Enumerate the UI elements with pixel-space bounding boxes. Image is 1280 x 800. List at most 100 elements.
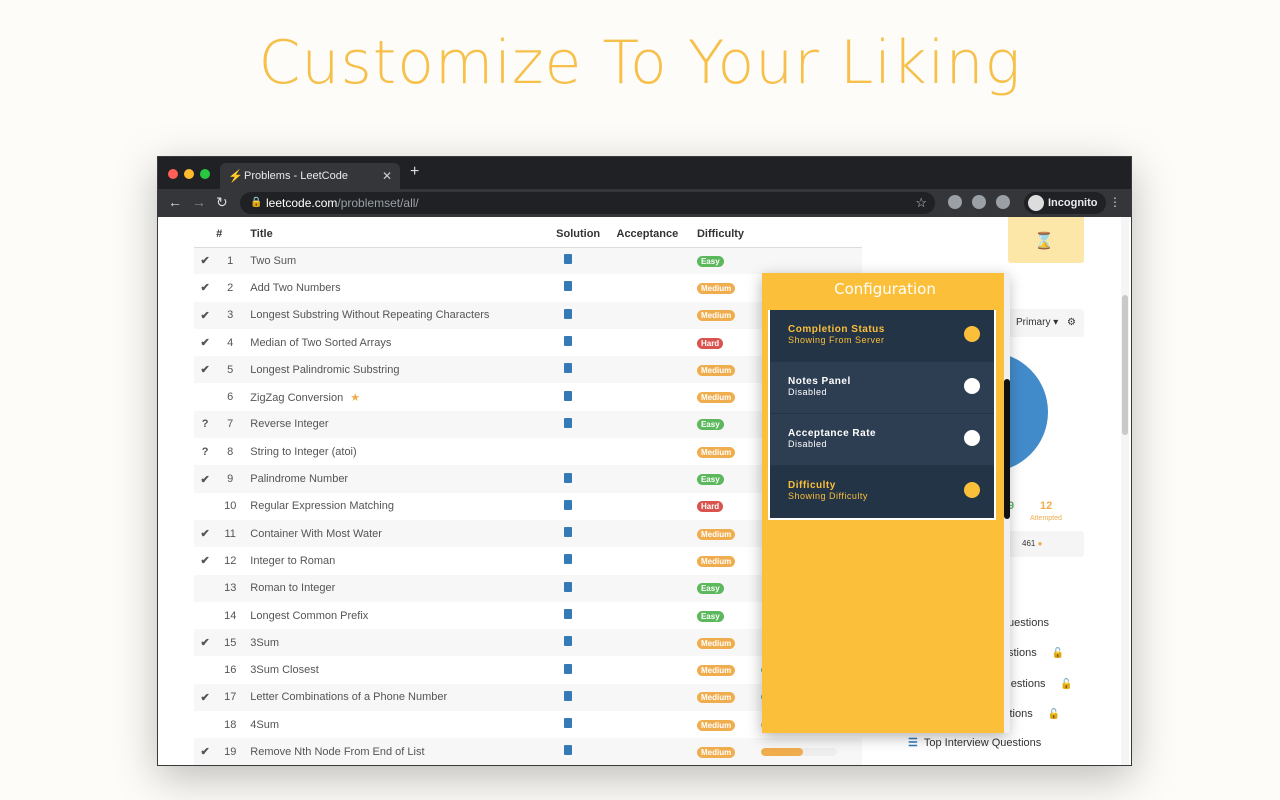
solution-document-icon[interactable] (564, 745, 573, 756)
difficulty-header[interactable]: Difficulty (696, 221, 762, 248)
problem-number: 12 (224, 554, 237, 567)
title-header[interactable]: Title (244, 221, 557, 248)
problem-title-link[interactable]: Regular Expression Matching (250, 500, 394, 512)
browser-tab[interactable]: ⚡ Problems - LeetCode ✕ (220, 163, 400, 189)
config-option-completion-status[interactable]: Completion Status Showing From Server (770, 310, 994, 362)
solution-cell (556, 738, 617, 765)
points-badge: 461 ● (1008, 531, 1084, 557)
question-list-label: Top Interview Questions (923, 737, 1042, 749)
config-toggle[interactable] (964, 430, 980, 446)
question-list-item[interactable]: stions 🔓 (1008, 647, 1064, 659)
unknown-status-icon: ? (201, 445, 209, 458)
solution-document-icon[interactable] (564, 663, 573, 674)
config-toggle[interactable] (964, 482, 980, 498)
config-toggle[interactable] (964, 326, 980, 342)
config-option-state: Showing From Server (788, 335, 885, 345)
maximize-window-button[interactable] (200, 169, 210, 179)
close-window-button[interactable] (168, 169, 178, 179)
problem-title-link[interactable]: Remove Nth Node From End of List (250, 746, 424, 758)
solution-document-icon[interactable] (564, 363, 573, 374)
table-row[interactable]: ✔ 19 Remove Nth Node From End of List Mediu… (194, 738, 862, 765)
solution-document-icon[interactable] (564, 308, 573, 319)
problem-title-link[interactable]: String to Integer (atoi) (250, 446, 356, 458)
question-list-item[interactable]: ☰ Top Interview Questions (908, 736, 1041, 749)
difficulty-cell: Medium (696, 547, 761, 574)
difficulty-cell: Easy (696, 410, 762, 439)
minimize-window-button[interactable] (184, 169, 194, 179)
solution-document-icon[interactable] (564, 390, 573, 401)
solution-document-icon[interactable] (564, 690, 573, 701)
browser-menu-icon[interactable]: ⋮ (1109, 195, 1121, 209)
problem-title-link[interactable]: Palindrome Number (250, 473, 348, 485)
problem-title-link[interactable]: Container With Most Water (250, 528, 382, 540)
problem-title-link[interactable]: 3Sum (250, 637, 279, 649)
session-select-value: Primary (1016, 317, 1051, 328)
solution-document-icon[interactable] (564, 336, 573, 347)
num-header[interactable]: # (216, 221, 245, 248)
config-option-notes-panel[interactable]: Notes Panel Disabled (770, 362, 994, 414)
problem-title-link[interactable]: Two Sum (250, 255, 296, 267)
page-scrollbar[interactable] (1121, 217, 1129, 765)
problem-title-link[interactable]: ZigZag Conversion (250, 392, 343, 404)
solution-cell (556, 247, 617, 275)
profile-incognito[interactable]: Incognito (1024, 192, 1106, 214)
acceptance-header[interactable]: Acceptance (616, 221, 697, 248)
close-tab-icon[interactable]: ✕ (382, 163, 392, 189)
problem-title-link[interactable]: Integer to Roman (250, 555, 335, 567)
solution-document-icon[interactable] (564, 581, 573, 592)
hourglass-icon: ⌛ (1034, 233, 1054, 250)
reload-icon[interactable]: ↻ (216, 194, 228, 211)
config-option-acceptance-rate[interactable]: Acceptance Rate Disabled (770, 414, 994, 466)
session-select[interactable]: Primary ▾ ⚙ (1008, 309, 1084, 337)
problem-title-link[interactable]: Longest Palindromic Substring (250, 364, 399, 376)
solution-document-icon[interactable] (564, 636, 573, 647)
config-option-difficulty[interactable]: Difficulty Showing Difficulty (770, 466, 994, 518)
solution-header[interactable]: Solution (556, 221, 617, 248)
premium-banner[interactable]: ⌛ (1008, 217, 1084, 263)
problem-title-link[interactable]: Add Two Numbers (250, 282, 340, 294)
extension-icon[interactable] (996, 195, 1010, 209)
popup-scrollbar-thumb[interactable] (1004, 379, 1010, 519)
config-toggle[interactable] (964, 378, 980, 394)
solution-document-icon[interactable] (564, 472, 573, 483)
solution-document-icon[interactable] (564, 718, 573, 729)
new-tab-icon[interactable]: + (410, 163, 419, 181)
page-scrollbar-thumb[interactable] (1122, 295, 1128, 435)
problem-title-link[interactable]: Letter Combinations of a Phone Number (250, 691, 447, 703)
solution-cell (556, 438, 616, 465)
coin-icon: ● (1037, 539, 1043, 548)
solution-document-icon[interactable] (564, 281, 573, 292)
solution-document-icon[interactable] (564, 499, 573, 510)
popup-scrollbar[interactable] (1004, 273, 1010, 733)
config-option-state: Disabled (788, 387, 828, 397)
difficulty-badge: Easy (696, 474, 724, 486)
favorite-star-icon[interactable]: ★ (347, 392, 360, 404)
settings-gear-icon[interactable]: ⚙ (1067, 317, 1076, 328)
table-row[interactable]: ✔ 1 Two Sum Easy (194, 247, 862, 275)
solution-document-icon[interactable] (564, 254, 573, 265)
problem-title-link[interactable]: 4Sum (250, 719, 279, 731)
forward-icon[interactable]: → (192, 194, 206, 210)
problem-title-cell: Roman to Integer (244, 574, 557, 602)
address-bar[interactable]: 🔒 leetcode.com/problemset/all/ ☆ (240, 192, 935, 214)
acceptance-cell (616, 465, 697, 493)
back-icon[interactable]: ← (168, 194, 182, 210)
problem-title-link[interactable]: Median of Two Sorted Arrays (250, 337, 391, 349)
solution-document-icon[interactable] (564, 527, 573, 538)
acceptance-cell (617, 438, 697, 465)
problem-title-link[interactable]: Longest Common Prefix (250, 610, 368, 622)
problem-title-link[interactable]: Reverse Integer (250, 418, 328, 430)
solution-document-icon[interactable] (564, 417, 573, 428)
question-list-item[interactable]: uestions (1008, 617, 1049, 629)
solution-document-icon[interactable] (564, 554, 573, 565)
acceptance-cell (616, 574, 697, 602)
solution-document-icon[interactable] (564, 609, 573, 619)
problem-title-link[interactable]: Longest Substring Without Repeating Char… (250, 309, 489, 321)
extension-icon[interactable] (972, 195, 986, 209)
problem-number: 17 (216, 683, 245, 712)
problem-title-link[interactable]: Roman to Integer (250, 582, 335, 594)
bookmark-star-icon[interactable]: ☆ (915, 192, 927, 214)
ublock-extension-icon[interactable] (948, 195, 962, 209)
question-list-label: uestions (1008, 617, 1049, 629)
problem-title-link[interactable]: 3Sum Closest (250, 664, 318, 676)
